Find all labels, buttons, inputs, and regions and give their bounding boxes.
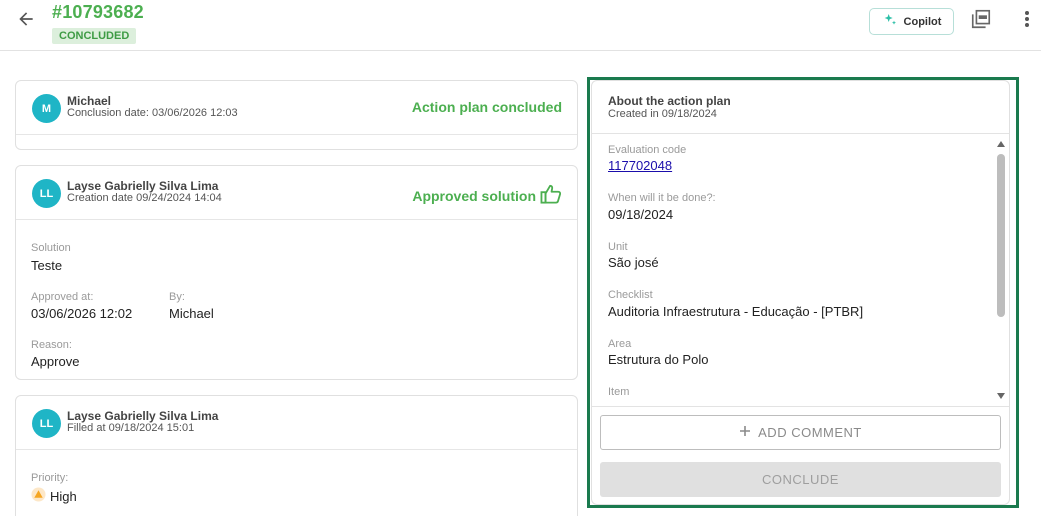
- kebab-menu-icon: [1024, 10, 1030, 33]
- card-status: Action plan concluded: [412, 99, 562, 115]
- plan-id: #10793682: [52, 2, 144, 22]
- panel-created-date: Created in 09/18/2024: [608, 108, 717, 120]
- checklist-label: Checklist: [608, 289, 653, 301]
- user-name: Michael: [67, 94, 112, 108]
- conclusion-card-header: M Michael Conclusion date: 03/06/2026 12…: [16, 81, 577, 135]
- solution-card: LL Layse Gabrielly Silva Lima Creation d…: [15, 165, 578, 380]
- evaluation-code-link[interactable]: 117702048: [608, 158, 672, 173]
- approved-by-value: Michael: [169, 306, 214, 321]
- priority-high-icon: [31, 487, 46, 505]
- scrollbar-thumb[interactable]: [997, 154, 1005, 317]
- evaluation-code-label: Evaluation code: [608, 144, 687, 156]
- conclude-button[interactable]: CONCLUDE: [600, 462, 1001, 497]
- conclusion-date: Conclusion date: 03/06/2026 12:03: [67, 107, 238, 119]
- avatar: LL: [32, 409, 61, 438]
- evaluation-code-value: 117702048: [608, 158, 672, 173]
- card-status: Approved solution: [412, 184, 562, 207]
- conclude-label: CONCLUDE: [762, 472, 839, 487]
- area-value: Estrutura do Polo: [608, 352, 709, 367]
- copilot-label: Copilot: [903, 15, 942, 28]
- priority-value: High: [31, 487, 77, 505]
- due-date-label: When will it be done?:: [608, 192, 716, 204]
- area-label: Area: [608, 338, 632, 350]
- scroll-up-arrow-icon[interactable]: [997, 141, 1005, 147]
- card-status-label: Action plan concluded: [411, 99, 562, 115]
- arrow-left-icon: [16, 9, 36, 34]
- back-button[interactable]: [14, 9, 38, 33]
- solution-value: Teste: [31, 258, 63, 273]
- approved-at-label: Approved at:: [31, 291, 94, 303]
- user-name: Layse Gabrielly Silva Lima: [67, 409, 219, 423]
- approved-at-value: 03/06/2026 12:02: [31, 306, 133, 321]
- filled-card: LL Layse Gabrielly Silva Lima Filled at …: [15, 395, 578, 516]
- panel-details-scroll-area[interactable]: Evaluation code 117702048 When will it b…: [592, 135, 1009, 405]
- user-name: Layse Gabrielly Silva Lima: [67, 179, 219, 193]
- conclusion-card: M Michael Conclusion date: 03/06/2026 12…: [15, 80, 578, 150]
- add-comment-button[interactable]: ADD COMMENT: [600, 415, 1001, 450]
- unit-value: São josé: [608, 255, 659, 270]
- priority-text: High: [50, 488, 77, 504]
- add-comment-label: ADD COMMENT: [758, 425, 862, 440]
- filled-date: Filled at 09/18/2024 15:01: [67, 422, 195, 434]
- pdf-export-button[interactable]: [969, 9, 993, 33]
- due-date-value: 09/18/2024: [608, 207, 674, 222]
- unit-label: Unit: [608, 241, 628, 253]
- about-action-plan-panel: About the action plan Created in 09/18/2…: [591, 80, 1010, 505]
- avatar: M: [32, 94, 61, 123]
- plus-icon: [739, 425, 751, 440]
- panel-scrollbar[interactable]: [995, 141, 1007, 401]
- solution-card-header: LL Layse Gabrielly Silva Lima Creation d…: [16, 166, 577, 220]
- checklist-value: Auditoria Infraestrutura - Educação - [P…: [608, 304, 864, 319]
- avatar: LL: [32, 179, 61, 208]
- panel-header: About the action plan Created in 09/18/2…: [592, 81, 1009, 134]
- priority-label: Priority:: [31, 472, 69, 484]
- thumbs-up-icon: [540, 184, 562, 207]
- pdf-icon: [970, 8, 992, 35]
- reason-label: Reason:: [31, 339, 72, 351]
- top-bar: #10793682 CONCLUDED Copilot: [0, 0, 1041, 51]
- reason-value: Approve: [31, 354, 80, 369]
- scroll-down-arrow-icon[interactable]: [997, 393, 1005, 399]
- panel-actions: ADD COMMENT CONCLUDE: [592, 406, 1009, 504]
- panel-title: About the action plan: [608, 94, 731, 108]
- item-label: Item: [608, 386, 630, 398]
- filled-card-header: LL Layse Gabrielly Silva Lima Filled at …: [16, 396, 577, 450]
- solution-label: Solution: [31, 242, 71, 254]
- copilot-button[interactable]: Copilot: [869, 8, 954, 35]
- approved-by-label: By:: [169, 291, 185, 303]
- more-options-button[interactable]: [1016, 10, 1038, 32]
- card-status-label: Approved solution: [412, 187, 536, 204]
- status-badge: CONCLUDED: [52, 28, 137, 44]
- creation-date: Creation date 09/24/2024 14:04: [67, 192, 222, 204]
- sparkle-icon: [882, 12, 898, 31]
